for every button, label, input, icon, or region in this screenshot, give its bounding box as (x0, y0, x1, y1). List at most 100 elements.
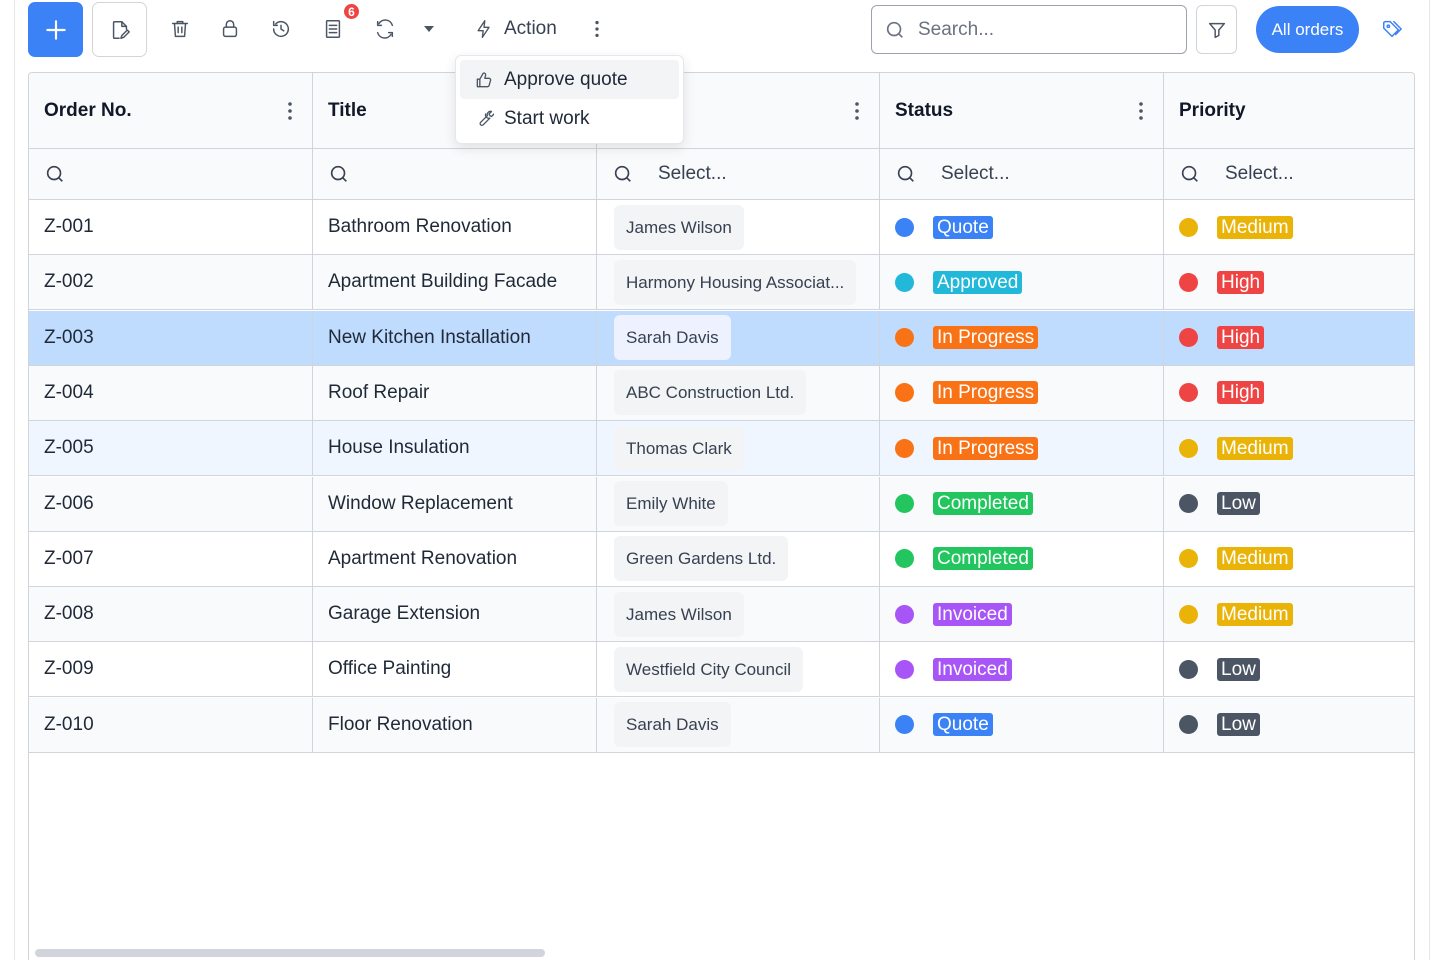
cell-customer[interactable]: Emily White (597, 476, 880, 531)
status-dot (895, 494, 914, 513)
filter-status[interactable]: Select... (880, 149, 1164, 199)
cell-title[interactable]: Window Replacement (313, 476, 597, 531)
table-row[interactable]: Z-001 Bathroom Renovation James Wilson Quot… (29, 200, 1414, 255)
add-button[interactable] (28, 2, 83, 57)
cell-priority[interactable]: Low (1164, 477, 1414, 531)
cell-status[interactable]: Quote (880, 200, 1164, 254)
cell-title[interactable]: Roof Repair (313, 365, 597, 420)
filter-button[interactable] (1196, 5, 1237, 54)
priority-badge: Medium (1217, 602, 1293, 626)
refresh-button[interactable] (371, 15, 399, 43)
column-header-order-no[interactable]: Order No. (29, 73, 313, 148)
cell-priority[interactable]: High (1164, 366, 1414, 420)
cell-status[interactable]: In Progress (880, 310, 1164, 365)
action-button[interactable]: Action (466, 12, 565, 46)
cell-customer[interactable]: Westfield City Council (597, 642, 880, 697)
table-row[interactable]: Z-004 Roof Repair ABC Construction Ltd. In … (29, 365, 1414, 421)
document-list-button[interactable] (319, 15, 347, 43)
cell-customer[interactable]: Green Gardens Ltd. (597, 531, 880, 586)
cell-customer[interactable]: Sarah Davis (597, 697, 880, 752)
lock-button[interactable] (216, 15, 244, 43)
cell-order-no[interactable]: Z-004 (29, 365, 313, 420)
cell-title[interactable]: Office Painting (313, 642, 597, 697)
cell-title[interactable]: Floor Renovation (313, 697, 597, 752)
menu-item-start-work[interactable]: Start work (460, 99, 679, 138)
cell-status[interactable]: Quote (880, 697, 1164, 752)
cell-title[interactable]: Apartment Renovation (313, 531, 597, 586)
cell-priority[interactable]: Medium (1164, 532, 1414, 586)
edit-button[interactable] (92, 2, 147, 57)
cell-priority[interactable]: Low (1164, 698, 1414, 752)
column-header-status[interactable]: Status (880, 73, 1164, 148)
more-options-button[interactable] (585, 15, 609, 43)
cell-priority[interactable]: Medium (1164, 421, 1414, 475)
cell-order-no[interactable]: Z-008 (29, 587, 313, 642)
cell-status[interactable]: In Progress (880, 365, 1164, 420)
cell-status[interactable]: Completed (880, 476, 1164, 531)
action-menu: Approve quote Start work (455, 55, 684, 144)
table-row[interactable]: Z-003 New Kitchen Installation Sarah Davis… (29, 310, 1414, 366)
cell-priority[interactable]: Low (1164, 642, 1414, 696)
column-menu-icon[interactable] (853, 100, 861, 122)
horizontal-scrollbar[interactable] (35, 949, 545, 957)
filter-customer[interactable]: Select... (597, 149, 880, 199)
table-row[interactable]: Z-007 Apartment Renovation Green Gardens L… (29, 531, 1414, 587)
more-actions-caret[interactable] (419, 19, 439, 39)
cell-order-no[interactable]: Z-010 (29, 697, 313, 752)
tag-button[interactable] (1378, 15, 1406, 43)
cell-status[interactable]: In Progress (880, 421, 1164, 476)
table-row[interactable]: Z-005 House Insulation Thomas Clark In Prog… (29, 421, 1414, 477)
status-badge: Completed (933, 492, 1033, 515)
priority-dot (1179, 604, 1198, 624)
all-orders-button[interactable]: All orders (1256, 6, 1359, 53)
customer-chip: Westfield City Council (614, 646, 804, 692)
cell-customer[interactable]: ABC Construction Ltd. (597, 365, 880, 420)
cell-status[interactable]: Invoiced (880, 587, 1164, 642)
cell-order-no[interactable]: Z-003 (29, 310, 313, 365)
cell-priority[interactable]: High (1164, 311, 1414, 365)
cell-status[interactable]: Invoiced (880, 642, 1164, 697)
cell-title[interactable]: Apartment Building Facade (313, 255, 597, 310)
menu-item-approve-quote[interactable]: Approve quote (460, 60, 679, 99)
table-row[interactable]: Z-008 Garage Extension James Wilson Invoice… (29, 587, 1414, 643)
priority-badge: High (1217, 381, 1265, 405)
status-badge: Invoiced (933, 602, 1012, 626)
table-row[interactable]: Z-009 Office Painting Westfield City Counc… (29, 642, 1414, 698)
priority-dot (1179, 494, 1198, 513)
cell-title[interactable]: New Kitchen Installation (313, 310, 597, 365)
filter-order-no[interactable] (29, 149, 313, 199)
cell-priority[interactable]: Medium (1164, 200, 1414, 254)
table-row[interactable]: Z-006 Window Replacement Emily White Comple… (29, 476, 1414, 532)
table-row[interactable]: Z-002 Apartment Building Facade Harmony Ho… (29, 255, 1414, 311)
delete-button[interactable] (166, 15, 194, 43)
cell-customer[interactable]: James Wilson (597, 200, 880, 254)
order-title: Window Replacement (328, 492, 513, 514)
cell-priority[interactable]: Medium (1164, 587, 1414, 641)
cell-customer[interactable]: Sarah Davis (597, 310, 880, 365)
cell-title[interactable]: House Insulation (313, 421, 597, 476)
filter-priority[interactable]: Select... (1164, 149, 1414, 199)
cell-order-no[interactable]: Z-009 (29, 642, 313, 697)
cell-customer[interactable]: Harmony Housing Associat... (597, 255, 880, 310)
column-menu-icon[interactable] (1137, 100, 1145, 122)
search-input[interactable] (918, 18, 1158, 41)
cell-customer[interactable]: James Wilson (597, 587, 880, 642)
cell-title[interactable]: Bathroom Renovation (313, 200, 597, 254)
cell-customer[interactable]: Thomas Clark (597, 421, 880, 476)
orders-table: Order No. Title Status Priority Select..… (28, 72, 1415, 960)
cell-order-no[interactable]: Z-005 (29, 421, 313, 476)
cell-status[interactable]: Approved (880, 255, 1164, 310)
cell-order-no[interactable]: Z-001 (29, 200, 313, 254)
column-menu-icon[interactable] (286, 100, 294, 122)
cell-order-no[interactable]: Z-002 (29, 255, 313, 310)
cell-title[interactable]: Garage Extension (313, 587, 597, 642)
table-row[interactable]: Z-010 Floor Renovation Sarah Davis Quote Low (29, 697, 1414, 753)
cell-priority[interactable]: High (1164, 255, 1414, 309)
column-header-priority[interactable]: Priority (1164, 73, 1414, 148)
cell-order-no[interactable]: Z-007 (29, 531, 313, 586)
filter-title[interactable] (313, 149, 597, 199)
history-button[interactable] (267, 15, 295, 43)
column-header-label: Title (328, 99, 367, 121)
cell-order-no[interactable]: Z-006 (29, 476, 313, 531)
cell-status[interactable]: Completed (880, 531, 1164, 586)
